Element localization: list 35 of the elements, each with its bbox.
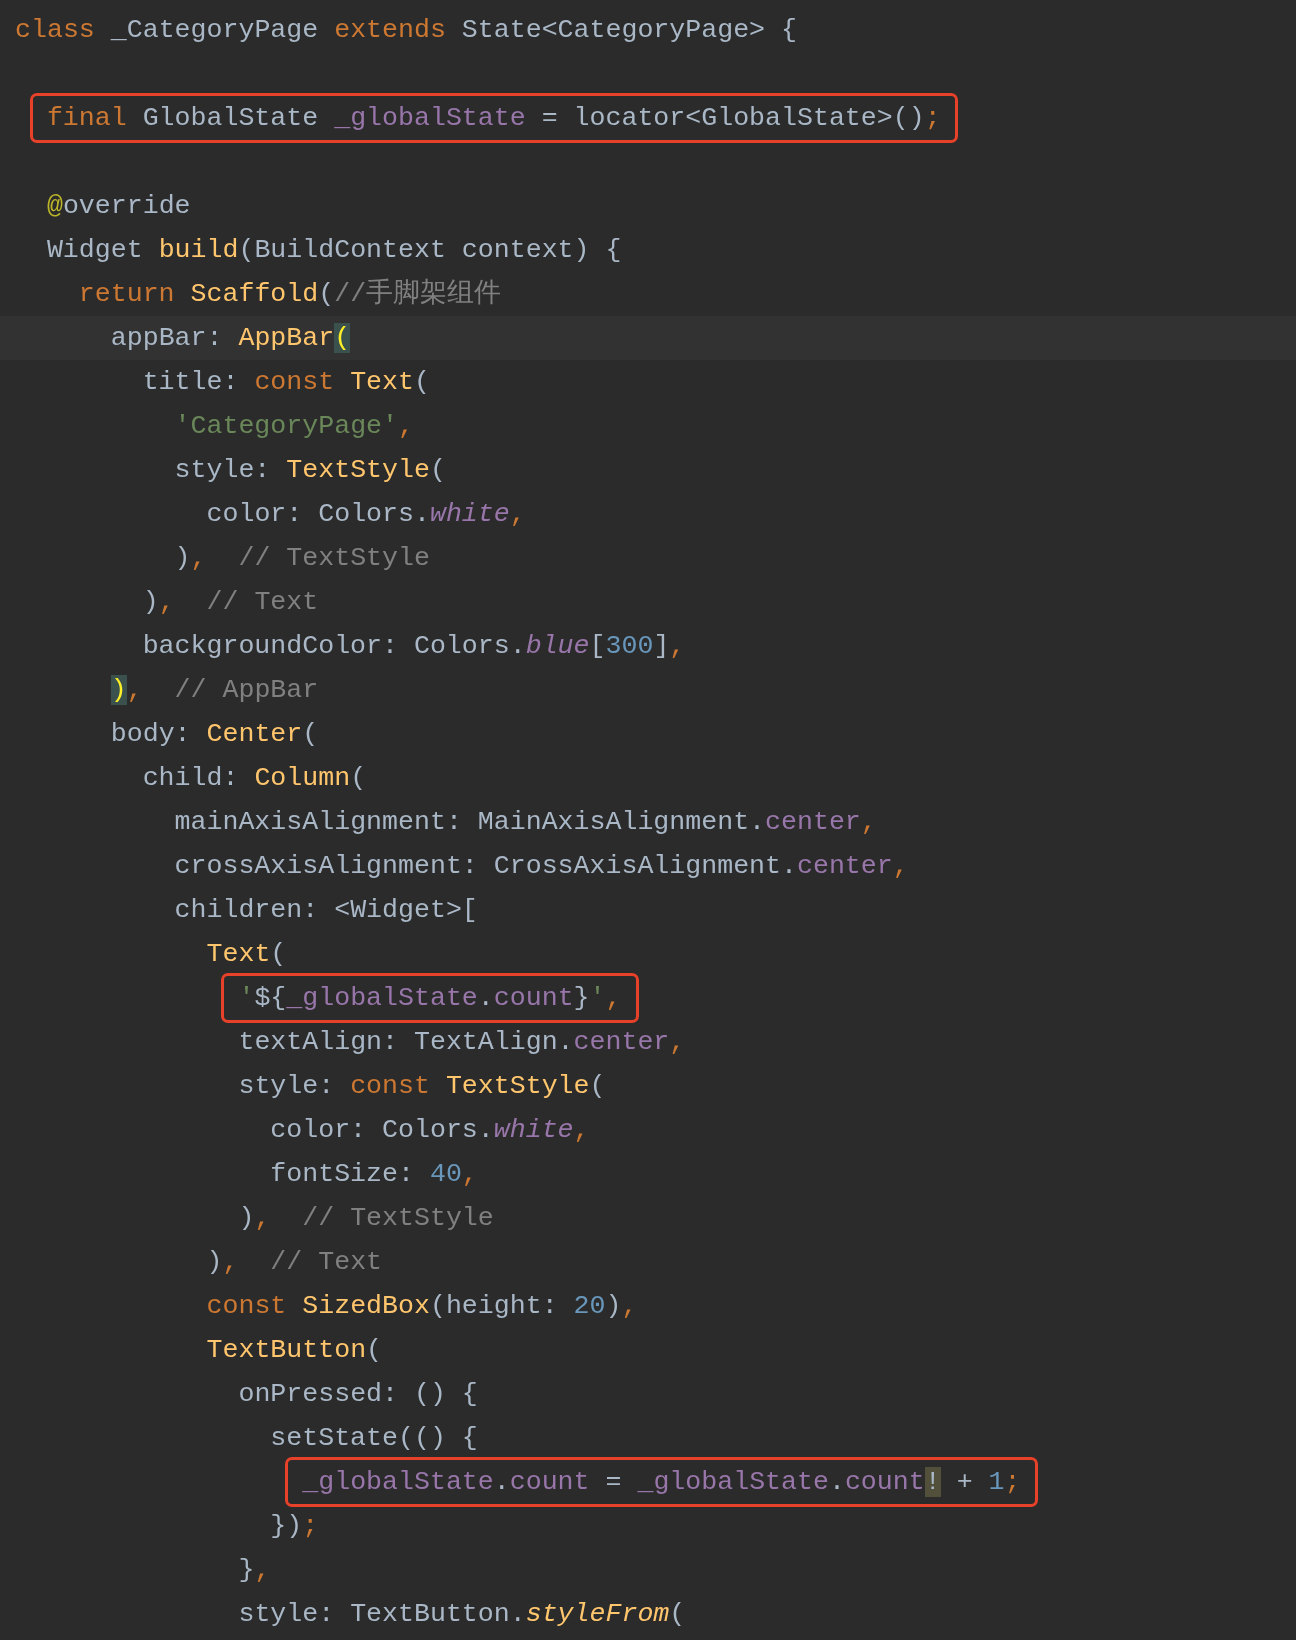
code-line: appBar: AppBar(	[110, 322, 351, 355]
code-line: color: Colors.white,	[206, 498, 526, 531]
code-line: },	[238, 1554, 271, 1587]
code-line: ), // Text	[206, 1246, 383, 1279]
code-line: ), // TextStyle	[238, 1202, 494, 1235]
code-line: const SizedBox(height: 20),	[206, 1290, 638, 1323]
code-line: _globalState.count = _globalState.count! + 1;	[302, 1466, 1021, 1498]
code-line: textAlign: TextAlign.center,	[238, 1026, 686, 1059]
code-line: title: const Text(	[142, 366, 430, 399]
code-line: onPressed: () {	[238, 1378, 478, 1411]
code-line: body: Center(	[110, 718, 319, 751]
code-line: mainAxisAlignment: MainAxisAlignment.center,	[174, 806, 877, 839]
code-line: '${_globalState.count}',	[238, 982, 622, 1014]
code-line: @override	[46, 190, 191, 223]
code-line: style: const TextStyle(	[238, 1070, 606, 1103]
code-line: return Scaffold(//手脚架组件	[78, 277, 502, 311]
code-line: class _CategoryPage extends State<CategoryPage> {	[15, 14, 797, 47]
code-line: });	[270, 1510, 319, 1543]
code-line: 'CategoryPage',	[174, 410, 414, 443]
code-line: fontSize: 40,	[270, 1158, 478, 1191]
code-line: backgroundColor: Colors.blue[300],	[142, 630, 686, 663]
code-line: Widget build(BuildContext context) {	[46, 234, 622, 267]
code-line: ), // Text	[142, 586, 319, 619]
code-line: children: <Widget>[	[174, 894, 478, 927]
code-line: ), // TextStyle	[174, 542, 430, 575]
code-line: ), // AppBar	[110, 674, 319, 707]
code-line: color: Colors.white,	[270, 1114, 590, 1147]
code-line: TextButton(	[206, 1334, 383, 1367]
code-line: style: TextButton.styleFrom(	[238, 1598, 686, 1631]
code-line: setState(() {	[270, 1422, 478, 1455]
code-line: style: TextStyle(	[174, 454, 446, 487]
code-line: final GlobalState _globalState = locator<GlobalState>();	[46, 102, 941, 134]
code-line: child: Column(	[142, 762, 367, 795]
code-line: Text(	[206, 938, 287, 971]
code-line: crossAxisAlignment: CrossAxisAlignment.center,	[174, 850, 909, 883]
